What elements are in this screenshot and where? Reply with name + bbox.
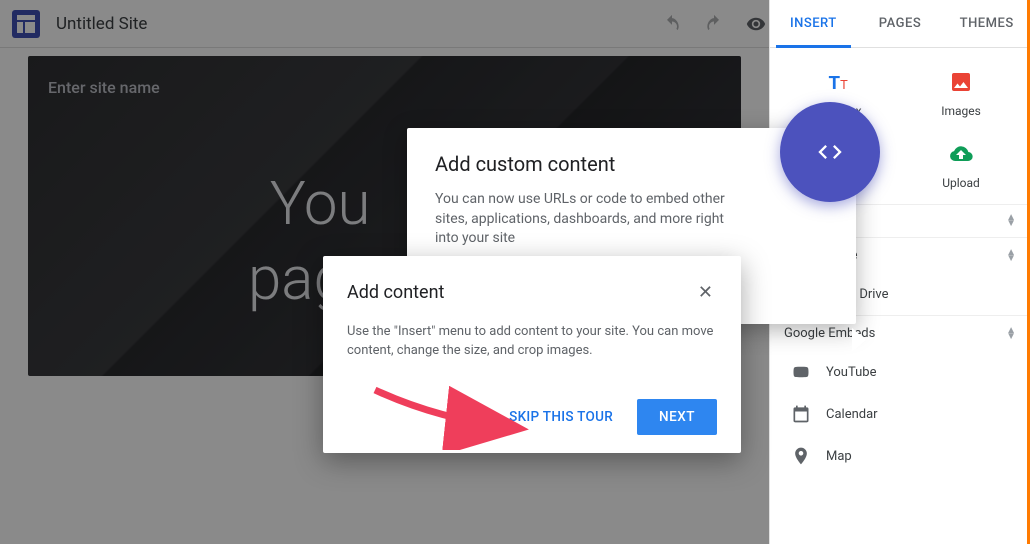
- insert-upload-label: Upload: [942, 176, 980, 190]
- tab-insert[interactable]: INSERT: [770, 0, 857, 47]
- tab-themes[interactable]: THEMES: [943, 0, 1030, 47]
- tour-body: Use the "Insert" menu to add content to …: [347, 323, 717, 361]
- insert-images-label: Images: [941, 104, 981, 118]
- text-box-icon: TT: [825, 68, 853, 96]
- youtube-icon: [790, 361, 812, 383]
- calendar-icon: [790, 403, 812, 425]
- popover-custom-body: You can now use URLs or code to embed ot…: [435, 190, 725, 249]
- upload-icon: [947, 140, 975, 168]
- map-pin-icon: [790, 445, 812, 467]
- chevron-updown-icon: ▲▼: [1006, 215, 1016, 227]
- images-icon: [947, 68, 975, 96]
- close-icon[interactable]: ✕: [694, 278, 717, 307]
- tour-title: Add content: [347, 282, 444, 303]
- insert-images[interactable]: Images: [900, 62, 1022, 124]
- skip-tour-button[interactable]: SKIP THIS TOUR: [499, 401, 623, 433]
- item-youtube[interactable]: YouTube: [770, 351, 1030, 393]
- embed-feature-badge: [780, 102, 880, 202]
- svg-text:T: T: [829, 72, 841, 94]
- chevron-updown-icon: ▲▼: [1006, 328, 1016, 340]
- next-button[interactable]: NEXT: [637, 399, 717, 435]
- popover-tour-add-content: Add content ✕ Use the "Insert" menu to a…: [323, 256, 741, 453]
- insert-upload[interactable]: Upload: [900, 134, 1022, 196]
- item-calendar-label: Calendar: [826, 407, 878, 422]
- item-map-label: Map: [826, 449, 852, 464]
- side-tabs: INSERT PAGES THEMES: [770, 0, 1030, 48]
- tab-pages[interactable]: PAGES: [857, 0, 944, 47]
- code-icon: [816, 138, 844, 166]
- item-calendar[interactable]: Calendar: [770, 393, 1030, 435]
- scrim-overlay-top: [0, 0, 769, 48]
- svg-text:T: T: [840, 78, 848, 93]
- item-youtube-label: YouTube: [826, 365, 877, 380]
- popover-custom-title: Add custom content: [435, 152, 828, 176]
- item-map[interactable]: Map: [770, 435, 1030, 477]
- chevron-updown-icon: ▲▼: [1006, 250, 1016, 262]
